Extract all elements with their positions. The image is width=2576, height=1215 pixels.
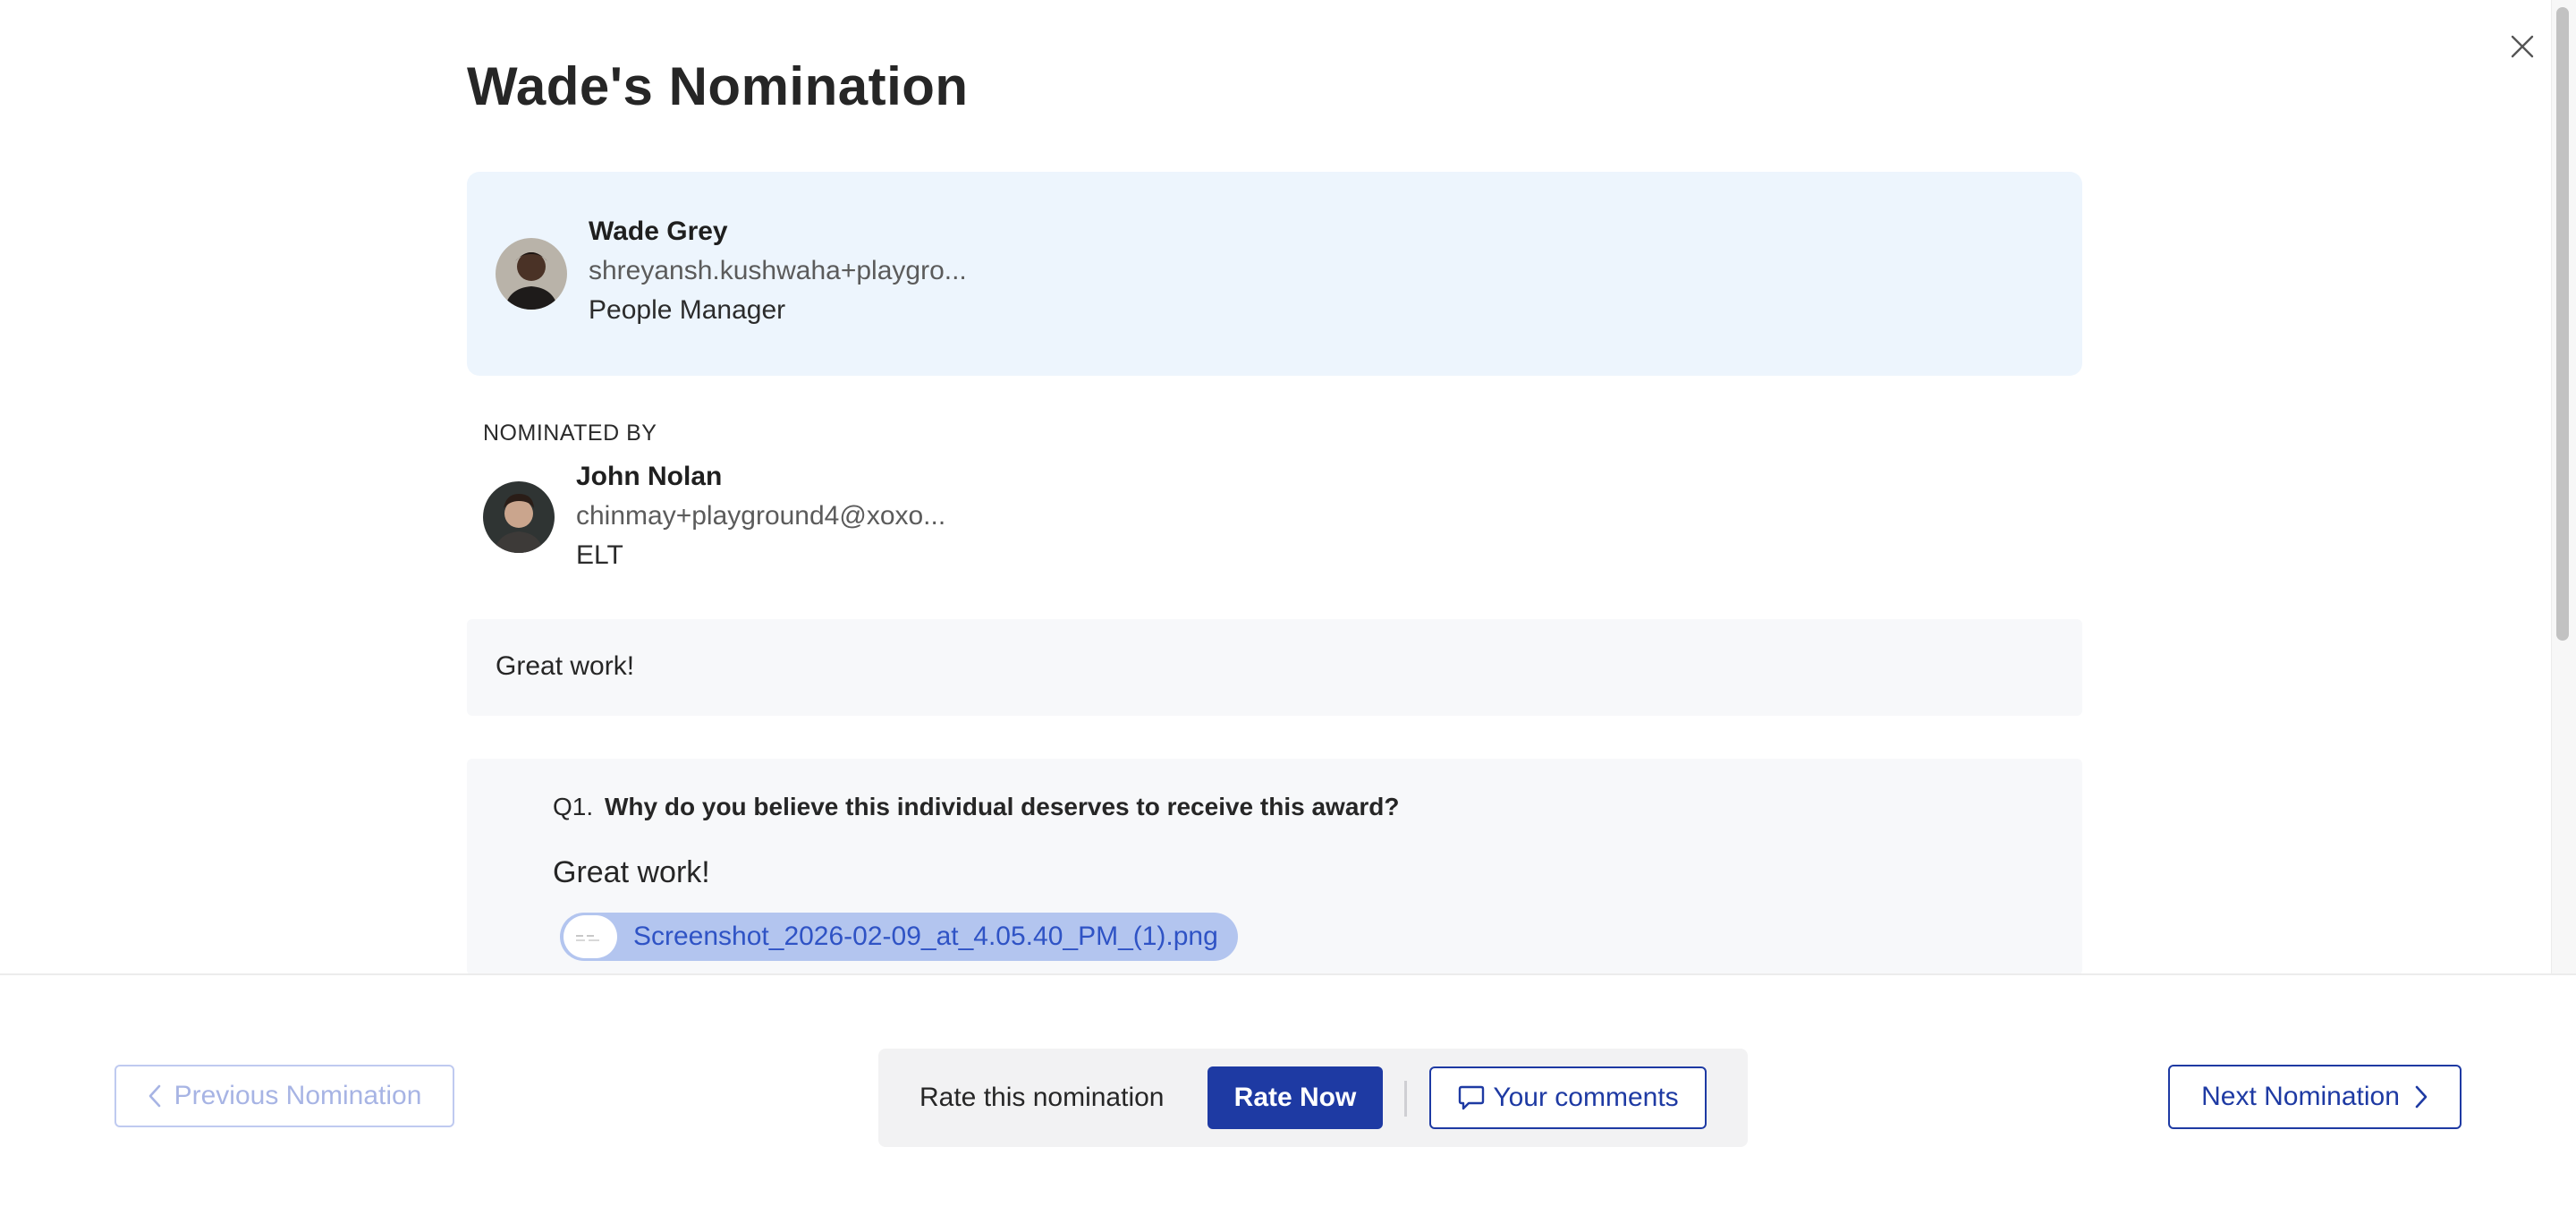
question-text: Why do you believe this individual deser… <box>605 793 1400 820</box>
divider <box>1404 1081 1407 1117</box>
scrollbar-thumb[interactable] <box>2556 7 2569 641</box>
chevron-left-icon <box>148 1084 160 1108</box>
previous-nomination-label: Previous Nomination <box>174 1081 422 1110</box>
image-thumbnail-icon <box>564 915 617 958</box>
your-comments-label: Your comments <box>1493 1083 1679 1112</box>
nominator-role: ELT <box>576 540 623 570</box>
nominator-avatar <box>483 481 555 553</box>
rate-now-button[interactable]: Rate Now <box>1208 1066 1383 1129</box>
comment-icon <box>1459 1085 1485 1110</box>
nominator-name: John Nolan <box>576 462 723 491</box>
nomination-comment: Great work! <box>467 619 2082 716</box>
comment-text: Great work! <box>496 651 635 681</box>
footer-bar: Previous Nomination Rate this nomination… <box>0 973 2576 1215</box>
next-nomination-label: Next Nomination <box>2201 1082 2400 1111</box>
nominee-name: Wade Grey <box>589 217 728 246</box>
question-section: Q1. Why do you believe this individual d… <box>467 759 2082 975</box>
nominated-by-label: NOMINATED BY <box>483 421 657 446</box>
next-nomination-button[interactable]: Next Nomination <box>2168 1065 2462 1129</box>
nominee-avatar <box>496 238 567 310</box>
close-button[interactable] <box>2506 30 2538 63</box>
rate-label: Rate this nomination <box>919 1083 1165 1112</box>
attachment-chip[interactable]: Screenshot_2026-02-09_at_4.05.40_PM_(1).… <box>560 913 1238 961</box>
question-answer: Great work! <box>553 855 710 889</box>
page-title: Wade's Nomination <box>467 56 969 116</box>
your-comments-button[interactable]: Your comments <box>1429 1066 1707 1129</box>
nominee-card: Wade Grey shreyansh.kushwaha+playgro... … <box>467 172 2082 376</box>
previous-nomination-button[interactable]: Previous Nomination <box>114 1065 454 1127</box>
rate-bar: Rate this nomination Rate Now Your comme… <box>878 1049 1748 1147</box>
attachment-filename: Screenshot_2026-02-09_at_4.05.40_PM_(1).… <box>633 922 1218 951</box>
close-icon <box>2511 35 2534 58</box>
chevron-right-icon <box>2415 1085 2428 1109</box>
question-number: Q1. <box>553 793 594 820</box>
nominee-email: shreyansh.kushwaha+playgro... <box>589 256 967 285</box>
nominee-role: People Manager <box>589 295 786 325</box>
nominator-email: chinmay+playground4@xoxo... <box>576 501 946 531</box>
